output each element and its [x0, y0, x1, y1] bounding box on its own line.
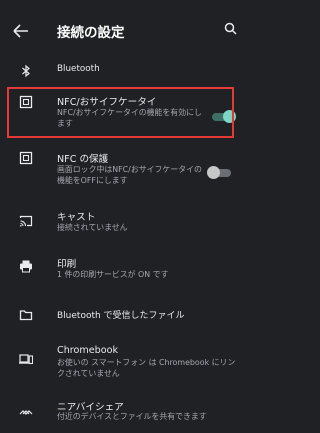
nfc-toggle[interactable] — [210, 110, 237, 124]
setting-item-cast[interactable]: キャスト 接続されていません — [0, 203, 240, 243]
setting-item-bluetooth[interactable]: Bluetooth — [0, 56, 240, 86]
search-icon — [224, 22, 237, 35]
setting-item-subtitle: 付近のデバイスとファイルを共有できます — [57, 412, 207, 421]
nfc-icon — [19, 151, 33, 165]
setting-item-title: NFC/おサイフケータイ — [57, 97, 157, 108]
setting-item-print[interactable]: 印刷 1 件の印刷サービスが ON です — [0, 248, 240, 288]
arrow-back-icon — [13, 24, 28, 38]
back-button[interactable] — [8, 18, 34, 44]
nearby-share-icon — [19, 410, 33, 415]
setting-item-nfc-protection[interactable]: NFC の保護 画面ロック中はNFC/おサイフケータイの機能をOFFにします — [0, 145, 240, 187]
setting-item-title: Bluetooth — [57, 64, 100, 74]
nfc-protection-toggle[interactable] — [207, 166, 234, 180]
setting-item-nearby-share[interactable]: ニアバイシェア 付近のデバイスとファイルを共有できます — [0, 395, 240, 433]
bluetooth-icon — [22, 64, 30, 78]
setting-item-title: Chromebook — [57, 345, 119, 356]
setting-item-nfc[interactable]: NFC/おサイフケータイ NFC/おサイフケータイの機能を有効にします — [0, 89, 240, 137]
setting-item-subtitle: NFC/おサイフケータイの機能を有効にします — [57, 108, 202, 128]
page-title: 接続の設定 — [57, 25, 125, 41]
setting-item-subtitle: 1 件の印刷サービスが ON です — [57, 270, 169, 279]
setting-item-subtitle: 接続されていません — [57, 223, 128, 232]
setting-item-title: NFC の保護 — [57, 154, 109, 165]
setting-item-title: キャスト — [57, 212, 96, 223]
chromebook-icon — [19, 354, 33, 365]
nfc-icon — [19, 95, 33, 109]
setting-item-title: 印刷 — [57, 259, 77, 270]
setting-item-bluetooth-files[interactable]: Bluetooth で受信したファイル — [0, 298, 240, 332]
top-app-bar: 接続の設定 — [0, 0, 240, 56]
setting-item-title: Bluetooth で受信したファイル — [57, 311, 185, 321]
setting-item-subtitle: 画面ロック中はNFC/おサイフケータイの機能をOFFにします — [57, 165, 202, 185]
search-button[interactable] — [223, 21, 239, 37]
folder-icon — [19, 310, 33, 321]
setting-item-subtitle: お使いの スマートフォン は Chromebook にリンクされていません — [57, 358, 236, 378]
print-icon — [20, 260, 32, 273]
cast-icon — [19, 215, 33, 227]
setting-item-chromebook[interactable]: Chromebook お使いの スマートフォン は Chromebook にリン… — [0, 340, 240, 386]
